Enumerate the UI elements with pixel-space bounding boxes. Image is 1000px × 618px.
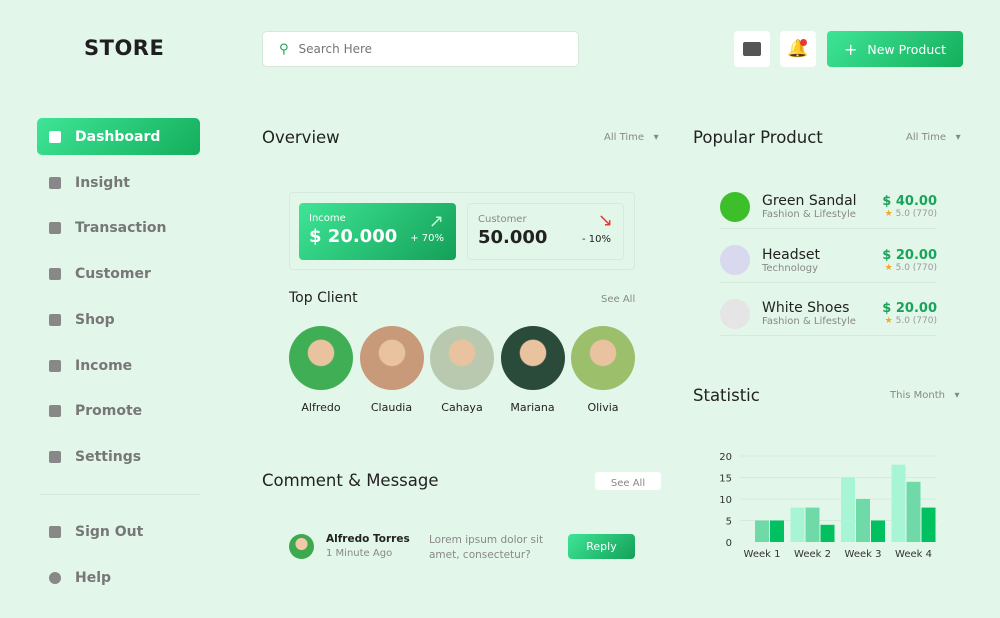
users-icon <box>49 267 61 280</box>
notification-badge <box>800 39 807 46</box>
product-item[interactable]: White Shoes Fashion & Lifestyle $ 20.00 ★ 5… <box>720 292 937 336</box>
sidebar-item-promote[interactable]: Promote <box>37 392 200 429</box>
income-card: Income $ 20.000 ↗ + 70% <box>299 203 456 260</box>
bar <box>770 520 784 542</box>
bar <box>790 507 805 542</box>
top-client-title: Top Client <box>289 290 358 306</box>
popular-filter[interactable]: All Time ▾ <box>906 132 961 143</box>
trend-down-icon: ↘ <box>597 210 613 231</box>
sidebar-item-customer[interactable]: Customer <box>37 255 200 292</box>
overview-filter[interactable]: All Time ▾ <box>604 132 659 143</box>
reply-button[interactable]: Reply <box>568 534 635 559</box>
client-name: Claudia <box>370 401 413 414</box>
client-avatar[interactable] <box>430 326 494 390</box>
top-client-see-all[interactable]: See All <box>601 294 635 305</box>
statistic-filter[interactable]: This Month ▾ <box>890 390 960 401</box>
popular-title: Popular Product <box>693 128 823 147</box>
y-tick-label: 5 <box>726 517 732 528</box>
sidebar-item-income[interactable]: Income <box>37 347 200 384</box>
help-icon <box>49 571 61 584</box>
product-item[interactable]: Headset Technology $ 20.00 ★ 5.0 (770) <box>720 239 937 283</box>
overview-title: Overview <box>262 128 340 147</box>
grid-icon <box>49 130 61 143</box>
client-name: Mariana <box>510 401 555 414</box>
bar <box>856 499 870 542</box>
sidebar-item-settings[interactable]: Settings <box>37 438 200 475</box>
sidebar-item-dashboard[interactable]: Dashboard <box>37 118 200 155</box>
y-tick-label: 20 <box>719 452 732 463</box>
product-image <box>720 298 750 329</box>
product-image <box>720 191 750 222</box>
comment-see-all[interactable]: See All <box>595 472 661 490</box>
star-icon: ★ <box>884 262 893 273</box>
notification-button[interactable]: 🔔 <box>780 31 816 67</box>
comment-time: 1 Minute Ago <box>326 548 393 559</box>
comment-author: Alfredo Torres <box>326 533 410 545</box>
client-name: Cahaya <box>441 401 483 414</box>
x-tick-label: Week 1 <box>744 549 781 560</box>
y-tick-label: 15 <box>719 474 732 485</box>
star-icon: ★ <box>884 316 893 326</box>
client-avatar[interactable] <box>500 326 565 390</box>
bar <box>921 507 936 542</box>
sidebar-item-transaction[interactable]: Transaction <box>37 209 200 246</box>
bar <box>906 481 921 542</box>
bar <box>871 520 885 542</box>
statistic-title: Statistic <box>693 386 760 405</box>
message-button[interactable] <box>734 31 770 67</box>
y-tick-label: 0 <box>726 538 732 549</box>
product-item[interactable]: Green Sandal Fashion & Lifestyle $ 40.00 ★ … <box>720 185 937 229</box>
avatar <box>289 534 314 559</box>
sidebar-item-sign-out[interactable]: Sign Out <box>37 513 200 550</box>
bar <box>805 507 820 542</box>
sidebar-item-shop[interactable]: Shop <box>37 301 200 338</box>
search-input[interactable] <box>298 42 539 56</box>
x-tick-label: Week 2 <box>794 549 831 560</box>
sign-out-icon <box>49 525 61 538</box>
sidebar-item-insight[interactable]: Insight <box>37 164 200 201</box>
chat-icon <box>743 42 761 56</box>
star-icon: ★ <box>884 209 893 219</box>
bar-chart-icon <box>49 176 61 189</box>
gear-icon <box>49 450 61 463</box>
x-tick-label: Week 3 <box>845 549 882 560</box>
bar <box>755 520 769 542</box>
statistic-chart: 0 5 10 15 20 Week 1 Week 2 Week 3 Week 4 <box>719 452 937 560</box>
client-avatar[interactable] <box>359 326 424 390</box>
megaphone-icon <box>49 404 61 417</box>
plus-icon: + <box>843 39 858 59</box>
client-name: Alfredo <box>301 401 341 414</box>
trend-up-icon: ↗ <box>428 211 444 232</box>
client-avatar[interactable] <box>289 326 353 390</box>
client-name: Olivia <box>587 401 619 414</box>
bar <box>841 477 855 542</box>
logo: STORE <box>84 36 165 60</box>
customer-card: Customer 50.000 ↘ - 10% <box>467 203 624 260</box>
sidebar-item-help[interactable]: Help <box>37 559 200 596</box>
product-image <box>720 245 750 275</box>
money-icon <box>49 359 61 372</box>
bag-icon <box>49 313 61 326</box>
comment-title: Comment & Message <box>262 471 439 490</box>
document-icon <box>49 221 61 234</box>
comment-text: Lorem ipsum dolor sit amet, consectetur? <box>429 534 544 561</box>
search-icon: ⚲ <box>279 41 289 57</box>
new-product-button[interactable]: + New Product <box>827 31 963 67</box>
search-bar[interactable]: ⚲ <box>262 31 579 67</box>
y-tick-label: 10 <box>719 495 732 506</box>
bar <box>891 464 906 542</box>
x-tick-label: Week 4 <box>895 549 932 560</box>
bar <box>820 524 835 542</box>
client-avatar[interactable] <box>571 326 635 390</box>
sidebar-divider <box>40 494 200 495</box>
